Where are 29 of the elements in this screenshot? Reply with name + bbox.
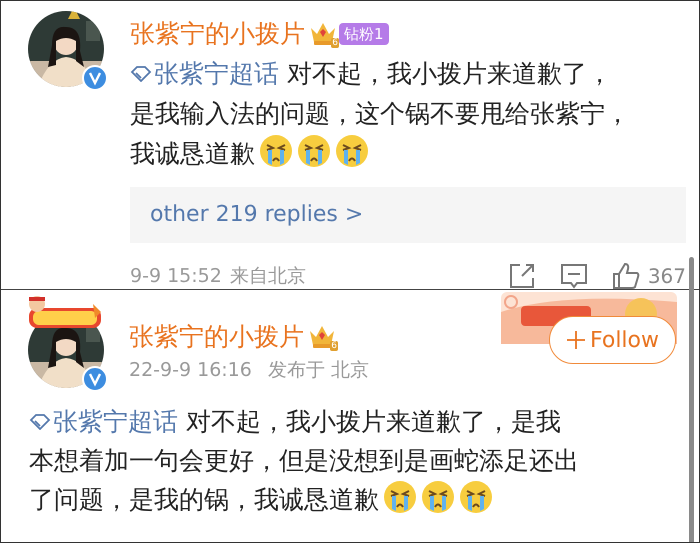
level-number: 6 (331, 38, 339, 48)
comment-location: 来自北京 (230, 264, 306, 289)
plus-icon (566, 330, 586, 350)
diamond-icon (29, 414, 51, 430)
fan-badge: 钻粉1 (339, 23, 389, 45)
crying-emoji-icon (459, 480, 493, 514)
comment-time: 9-9 15:52 (130, 264, 222, 289)
share-icon[interactable] (508, 262, 536, 290)
diamond-icon (130, 66, 152, 82)
post-location: 发布于 北京 (268, 358, 369, 383)
user-name[interactable]: 张紫宁的小拨片 (129, 320, 304, 354)
post-time: 22-9-9 16:16 (129, 358, 252, 383)
like-count: 367 (648, 263, 686, 290)
scrollbar[interactable] (689, 257, 694, 542)
user-name[interactable]: 张紫宁的小拨片 (130, 17, 305, 51)
topic-link[interactable]: 张紫宁超话 (130, 59, 279, 88)
more-replies-link[interactable]: other 219 replies > (130, 187, 686, 243)
follow-button[interactable]: Follow (549, 316, 676, 364)
crying-emoji-icon (297, 134, 331, 168)
crying-emoji-icon (335, 134, 369, 168)
comment-icon[interactable] (560, 262, 588, 290)
level-number: 6 (330, 341, 338, 351)
like-icon[interactable] (612, 262, 640, 290)
crying-emoji-icon (383, 480, 417, 514)
post-text: 张紫宁超话 对不起，我小拨片来道歉了，是我 本想着加一句会更好，但是没想到是画蛇添足还出 了问题，是我的锅，我诚恳道歉 (29, 406, 580, 516)
crying-emoji-icon (259, 134, 293, 168)
crying-emoji-icon (421, 480, 455, 514)
post-text: 张紫宁超话 对不起，我小拨片来道歉了， 是我输入法的问题，这个锅不要甩给张紫宁， 我诚恳道歉 (130, 58, 631, 170)
topic-link[interactable]: 张紫宁超话 (29, 407, 178, 436)
